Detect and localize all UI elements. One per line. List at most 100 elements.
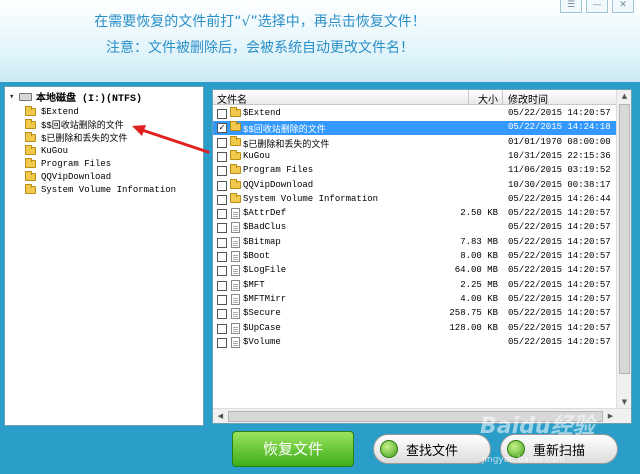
table-row[interactable]: $Extend 05/22/2015 14:20:57 [213,107,616,121]
row-checkbox[interactable] [217,337,227,348]
table-row[interactable]: $LogFile 64.00 MB 05/22/2015 14:20:57 [213,264,616,278]
row-date: 05/22/2015 14:20:57 [508,336,611,347]
row-checkbox[interactable] [217,137,227,148]
vertical-scrollbar[interactable]: ▲ ▼ [616,90,631,409]
table-row[interactable]: $Volume 05/22/2015 14:20:57 [213,336,616,350]
folder-icon [230,178,241,189]
folder-icon [230,121,241,132]
row-checkbox[interactable] [217,194,227,205]
row-checkbox[interactable] [217,166,227,177]
file-icon [231,336,240,348]
table-row[interactable]: KuGou 10/31/2015 22:15:36 [213,149,616,164]
folder-icon [25,157,36,168]
row-size: 7.83 MB [460,236,498,247]
column-header-date[interactable]: 修改时间 [508,91,548,106]
file-list[interactable]: 文件名 大小 修改时间 $Extend 05/22/2015 14:20:57 ✓ $… [212,89,632,424]
column-divider[interactable] [502,90,503,105]
find-files-label: 查找文件 [406,443,459,459]
table-row[interactable]: $MFT 2.25 MB 05/22/2015 14:20:57 [213,279,616,293]
watermark-url: jingyan.baidu.com [482,455,566,465]
row-date: 05/22/2015 14:20:57 [508,322,611,333]
row-name: $Volume [243,336,281,347]
tree-root[interactable]: ▾ 本地磁盘 (I:)(NTFS) [9,90,143,105]
recover-files-button[interactable]: 恢复文件 [232,431,354,467]
column-header-size[interactable]: 大小 [478,91,498,106]
tree-item[interactable]: KuGou [25,144,68,157]
table-row[interactable]: $Boot 8.00 KB 05/22/2015 14:20:57 [213,250,616,264]
close-icon[interactable]: ✕ [612,0,634,13]
row-size: 258.75 KB [449,308,498,319]
column-divider[interactable] [468,90,469,105]
scroll-up-icon[interactable]: ▲ [618,90,631,103]
header: 在需要恢复的文件前打“√”选择中，再点击恢复文件！ 注意：文件被删除后，会被系统… [0,0,640,82]
table-row[interactable]: QQVipDownload 10/30/2015 00:38:17 [213,178,616,193]
row-name: $MFTMirr [243,293,287,304]
row-name: KuGou [243,150,271,161]
row-checkbox[interactable] [217,180,227,191]
table-row[interactable]: $MFTMirr 4.00 KB 05/22/2015 14:20:57 [213,293,616,307]
column-header-name[interactable]: 文件名 [217,91,247,106]
row-size: 4.00 KB [460,293,498,304]
table-row[interactable]: System Volume Information 05/22/2015 14:2… [213,192,616,207]
row-date: 05/22/2015 14:20:57 [508,308,611,319]
folder-icon [230,135,241,146]
file-icon [231,222,240,234]
folder-icon [25,183,36,194]
row-checkbox[interactable] [217,109,227,119]
scroll-right-icon[interactable]: ▶ [604,410,617,423]
folder-icon [230,149,241,160]
table-row[interactable]: $Bitmap 7.83 MB 05/22/2015 14:20:57 [213,236,616,250]
row-checkbox[interactable]: ✓ [217,123,227,134]
minimize-icon[interactable]: — [586,0,608,13]
table-row[interactable]: ✓ $$回收站删除的文件 05/22/2015 14:24:18 [213,121,616,136]
file-icon [231,322,240,334]
row-checkbox[interactable] [217,223,227,234]
table-row[interactable]: $Secure 258.75 KB 05/22/2015 14:20:57 [213,307,616,321]
row-checkbox[interactable] [217,266,227,277]
scroll-thumb[interactable] [619,104,630,374]
table-row[interactable]: Program Files 11/06/2015 03:19:52 [213,164,616,178]
row-checkbox[interactable] [217,237,227,248]
row-checkbox[interactable] [217,209,227,220]
table-row[interactable]: $AttrDef 2.50 KB 05/22/2015 14:20:57 [213,207,616,221]
tree-item[interactable]: System Volume Information [25,183,176,196]
row-name: $$回收站删除的文件 [243,125,326,136]
row-size: 128.00 KB [449,322,498,333]
row-date: 05/22/2015 14:20:57 [508,251,611,261]
tree-item[interactable]: $Extend [25,105,79,118]
scroll-left-icon[interactable]: ◀ [214,410,227,423]
row-size: 64.00 MB [454,265,498,276]
row-date: 05/22/2015 14:26:44 [508,193,611,204]
file-icon [231,236,240,248]
folder-icon [25,170,36,181]
file-icon [231,251,240,262]
tree-item-label: System Volume Information [41,184,177,195]
tree-item-label: $$回收站删除的文件 [41,121,124,131]
row-checkbox[interactable] [217,309,227,320]
tree-root-label: 本地磁盘 (I:)(NTFS) [36,93,143,105]
table-row[interactable]: $已删除和丢失的文件 01/01/1970 08:00:00 [213,135,616,150]
table-row[interactable]: $UpCase 128.00 KB 05/22/2015 14:20:57 [213,322,616,336]
row-checkbox[interactable] [217,252,227,262]
row-size: 8.00 KB [460,251,498,261]
row-checkbox[interactable] [217,294,227,305]
row-checkbox[interactable] [217,280,227,291]
folder-icon [230,192,241,203]
row-name: $BadClus [243,222,287,233]
tree-item[interactable]: $已删除和丢失的文件 [25,131,127,144]
table-row[interactable]: $BadClus 05/22/2015 14:20:57 [213,221,616,235]
row-date: 05/22/2015 14:20:57 [508,293,611,304]
tree-item[interactable]: QQVipDownload [25,170,111,183]
find-files-button[interactable]: 查找文件 [373,434,491,464]
row-checkbox[interactable] [217,323,227,334]
row-checkbox[interactable] [217,151,227,162]
tree-item[interactable]: $$回收站删除的文件 [25,118,124,131]
menu-icon[interactable]: ☰ [560,0,582,13]
annotation-arrow-line [140,128,210,154]
row-date: 10/31/2015 22:15:36 [508,150,611,161]
tree-item[interactable]: Program Files [25,157,111,170]
row-date: 05/22/2015 14:20:57 [508,279,611,290]
collapse-icon[interactable]: ▾ [9,92,19,102]
annotation-arrow [132,125,210,154]
row-name: $Bitmap [243,236,281,247]
